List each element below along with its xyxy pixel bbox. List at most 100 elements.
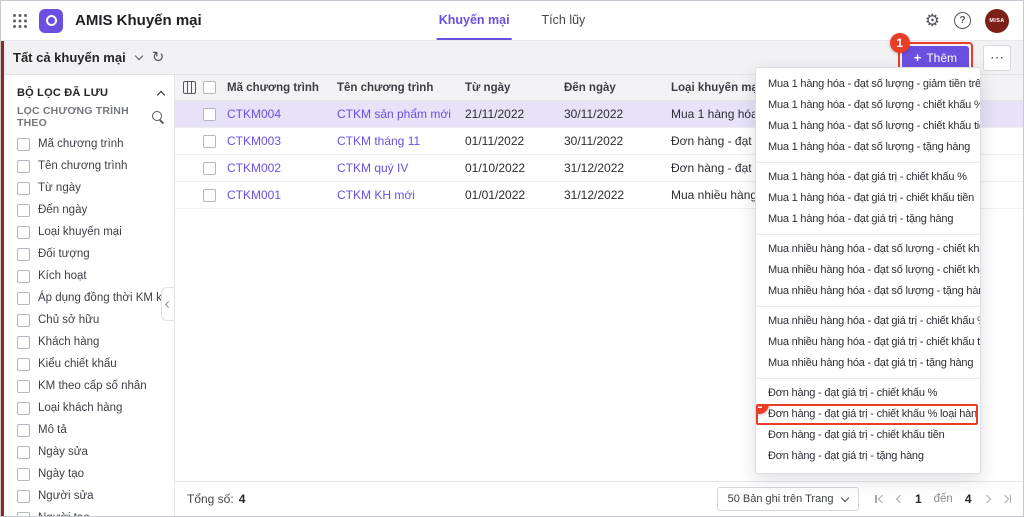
add-menu-item[interactable]: Đơn hàng - đạt giá trị - chiết khấu % xyxy=(756,383,980,404)
pagination-last-button[interactable] xyxy=(1002,495,1012,503)
checkbox-icon[interactable] xyxy=(17,490,30,503)
row-checkbox[interactable] xyxy=(203,135,216,148)
filter-checkbox-item[interactable]: Người sửa xyxy=(17,485,164,507)
checkbox-icon[interactable] xyxy=(17,358,30,371)
total-value: 4 xyxy=(239,492,246,506)
help-icon[interactable]: ? xyxy=(954,12,971,29)
filter-checkbox-item[interactable]: Ngày sửa xyxy=(17,441,164,463)
filter-checkbox-item[interactable]: Loại khuyến mại xyxy=(17,221,164,243)
filter-label: Loại khuyến mại xyxy=(38,226,122,238)
add-menu-item[interactable]: Mua nhiều hàng hóa - đạt số lượng - tặng… xyxy=(756,281,980,302)
pagination-prev-button[interactable] xyxy=(897,496,903,502)
add-menu-item[interactable]: Mua nhiều hàng hóa - đạt giá trị - tặng … xyxy=(756,353,980,374)
add-menu-item[interactable]: Đơn hàng - đạt giá trị - chiết khấu % lo… xyxy=(756,404,978,425)
add-menu-item[interactable]: Mua nhiều hàng hóa - đạt số lượng - chiế… xyxy=(756,239,980,260)
filter-checkbox-item[interactable]: KM theo cấp số nhân xyxy=(17,375,164,397)
filter-checkbox-item[interactable]: Đến ngày xyxy=(17,199,164,221)
from-date-cell: 01/01/2022 xyxy=(465,188,564,202)
add-menu-item[interactable]: Mua 1 hàng hóa - đạt giá trị - tặng hàng xyxy=(756,209,980,230)
checkbox-icon[interactable] xyxy=(17,226,30,239)
checkbox-icon[interactable] xyxy=(17,314,30,327)
program-name-link[interactable]: CTKM tháng 11 xyxy=(337,134,465,148)
settings-gear-icon[interactable]: ⚙ xyxy=(925,12,940,29)
more-actions-button[interactable]: ⋯ xyxy=(983,45,1011,71)
checkbox-icon[interactable] xyxy=(17,380,30,393)
program-name-link[interactable]: CTKM sản phẩm mới xyxy=(337,107,465,121)
filter-label: Từ ngày xyxy=(38,182,81,194)
column-header-to[interactable]: Đến ngày xyxy=(564,82,671,94)
pagination-next-button[interactable] xyxy=(984,496,990,502)
from-date-cell: 01/10/2022 xyxy=(465,161,564,175)
menu-separator xyxy=(756,378,980,379)
filter-checkbox-item[interactable]: Mã chương trình xyxy=(17,133,164,155)
tab-tich-luy[interactable]: Tích lũy xyxy=(540,1,588,40)
program-code-link[interactable]: CTKM001 xyxy=(227,188,337,202)
filter-checkbox-item[interactable]: Từ ngày xyxy=(17,177,164,199)
table-config-icon[interactable] xyxy=(183,81,196,94)
add-menu-item[interactable]: Đơn hàng - đạt giá trị - chiết khấu tiền xyxy=(756,425,980,446)
filter-checkbox-item[interactable]: Kích hoạt xyxy=(17,265,164,287)
pagination-first-button[interactable] xyxy=(875,495,885,503)
filter-checkbox-item[interactable]: Chủ sở hữu xyxy=(17,309,164,331)
filter-checkbox-item[interactable]: Áp dụng đồng thời KM khác xyxy=(17,287,164,309)
annotation-badge-1: 1 xyxy=(890,33,910,53)
apps-grid-icon[interactable] xyxy=(13,14,27,28)
filter-checkbox-item[interactable]: Người tạo xyxy=(17,507,164,516)
checkbox-icon[interactable] xyxy=(17,292,30,305)
saved-filters-header[interactable]: BỘ LỌC ĐÃ LƯU xyxy=(17,81,164,105)
filter-checkbox-item[interactable]: Khách hàng xyxy=(17,331,164,353)
program-code-link[interactable]: CTKM002 xyxy=(227,161,337,175)
view-selector[interactable]: Tất cả khuyến mại ↻ xyxy=(13,50,164,65)
add-menu-item[interactable]: Mua nhiều hàng hóa - đạt giá trị - chiết… xyxy=(756,332,980,353)
search-icon[interactable] xyxy=(152,111,164,124)
filter-checkbox-item[interactable]: Loại khách hàng xyxy=(17,397,164,419)
row-checkbox[interactable] xyxy=(203,189,216,202)
checkbox-icon[interactable] xyxy=(17,182,30,195)
checkbox-icon[interactable] xyxy=(17,204,30,217)
program-code-link[interactable]: CTKM004 xyxy=(227,107,337,121)
tab-khuyen-mai[interactable]: Khuyến mại xyxy=(437,1,512,40)
sidebar-collapse-handle[interactable] xyxy=(161,287,174,321)
row-checkbox[interactable] xyxy=(203,108,216,121)
filter-checkbox-item[interactable]: Đối tượng xyxy=(17,243,164,265)
program-name-link[interactable]: CTKM quý IV xyxy=(337,161,465,175)
page-size-select[interactable]: 50 Bản ghi trên Trang xyxy=(717,487,860,511)
program-name-link[interactable]: CTKM KH mới xyxy=(337,188,465,202)
checkbox-icon[interactable] xyxy=(17,446,30,459)
checkbox-icon[interactable] xyxy=(17,138,30,151)
column-header-code[interactable]: Mã chương trình xyxy=(227,82,337,94)
add-menu-item[interactable]: Mua nhiều hàng hóa - đạt giá trị - chiết… xyxy=(756,311,980,332)
add-menu-item[interactable]: Mua 1 hàng hóa - đạt giá trị - chiết khấ… xyxy=(756,167,980,188)
user-avatar[interactable]: MISA xyxy=(985,9,1009,33)
checkbox-icon[interactable] xyxy=(17,248,30,261)
add-button[interactable]: + Thêm xyxy=(902,46,969,70)
refresh-icon[interactable]: ↻ xyxy=(152,50,165,65)
add-menu-item[interactable]: Mua 1 hàng hóa - đạt số lượng - chiết kh… xyxy=(756,95,980,116)
filter-checkbox-item[interactable]: Tên chương trình xyxy=(17,155,164,177)
program-code-link[interactable]: CTKM003 xyxy=(227,134,337,148)
add-menu: Mua 1 hàng hóa - đạt số lượng - giảm tiề… xyxy=(755,67,981,474)
add-menu-item[interactable]: Mua 1 hàng hóa - đạt số lượng - giảm tiề… xyxy=(756,74,980,95)
checkbox-icon[interactable] xyxy=(17,160,30,173)
filter-label: Chủ sở hữu xyxy=(38,314,99,326)
column-header-name[interactable]: Tên chương trình xyxy=(337,82,465,94)
column-header-from[interactable]: Từ ngày xyxy=(465,82,564,94)
filter-checkbox-item[interactable]: Mô tả xyxy=(17,419,164,441)
row-checkbox[interactable] xyxy=(203,162,216,175)
add-menu-item[interactable]: Mua 1 hàng hóa - đạt số lượng - tặng hàn… xyxy=(756,137,980,158)
add-menu-item[interactable]: Đơn hàng - đạt giá trị - tặng hàng xyxy=(756,446,980,467)
checkbox-icon[interactable] xyxy=(17,424,30,437)
checkbox-icon[interactable] xyxy=(17,402,30,415)
checkbox-icon[interactable] xyxy=(17,468,30,481)
filter-checkbox-item[interactable]: Ngày tạo xyxy=(17,463,164,485)
filter-checkbox-item[interactable]: Kiểu chiết khấu xyxy=(17,353,164,375)
add-menu-item[interactable]: Mua 1 hàng hóa - đạt giá trị - chiết khấ… xyxy=(756,188,980,209)
to-date-cell: 31/12/2022 xyxy=(564,188,671,202)
select-all-checkbox[interactable] xyxy=(203,81,216,94)
add-menu-item[interactable]: Mua 1 hàng hóa - đạt số lượng - chiết kh… xyxy=(756,116,980,137)
add-menu-item[interactable]: Mua nhiều hàng hóa - đạt số lượng - chiế… xyxy=(756,260,980,281)
checkbox-icon[interactable] xyxy=(17,336,30,349)
checkbox-icon[interactable] xyxy=(17,270,30,283)
checkbox-icon[interactable] xyxy=(17,512,30,517)
annotation-badge-2: 2 xyxy=(756,404,769,414)
